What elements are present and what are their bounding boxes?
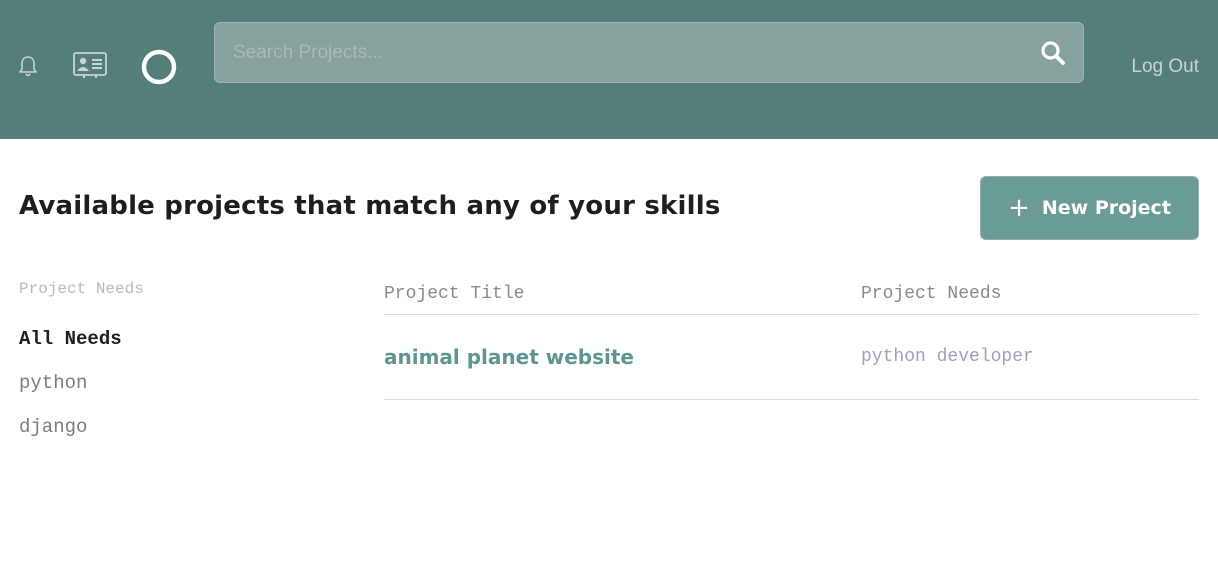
logout-link[interactable]: Log Out: [1131, 56, 1199, 78]
project-title-link[interactable]: animal planet website: [384, 345, 634, 369]
search-input[interactable]: [215, 23, 1023, 82]
projects-table: Project Title Project Needs animal plane…: [384, 273, 1199, 400]
filter-all-needs[interactable]: All Needs: [19, 328, 339, 372]
plus-icon: +: [1008, 193, 1030, 223]
new-project-button[interactable]: + New Project: [980, 176, 1199, 240]
page-title: Available projects that match any of you…: [19, 191, 721, 221]
column-header-title: Project Title: [384, 283, 525, 304]
top-nav-bar: Log Out: [0, 0, 1218, 139]
new-project-label: New Project: [1041, 197, 1171, 219]
table-row: animal planet website python developer: [384, 315, 1199, 400]
project-needs-filter: Project Needs All Needs python django: [19, 280, 339, 460]
search-bar: [214, 22, 1084, 83]
filter-heading: Project Needs: [19, 280, 144, 298]
filter-python[interactable]: python: [19, 372, 339, 416]
avatar[interactable]: [140, 48, 178, 86]
column-header-needs: Project Needs: [861, 283, 1002, 304]
notifications-bell-icon[interactable]: [14, 52, 42, 82]
profile-card-icon[interactable]: [72, 50, 108, 80]
search-icon[interactable]: [1023, 23, 1083, 82]
filter-django[interactable]: django: [19, 416, 339, 460]
project-need-tag[interactable]: python developer: [861, 347, 1034, 367]
table-header: Project Title Project Needs: [384, 273, 1199, 315]
